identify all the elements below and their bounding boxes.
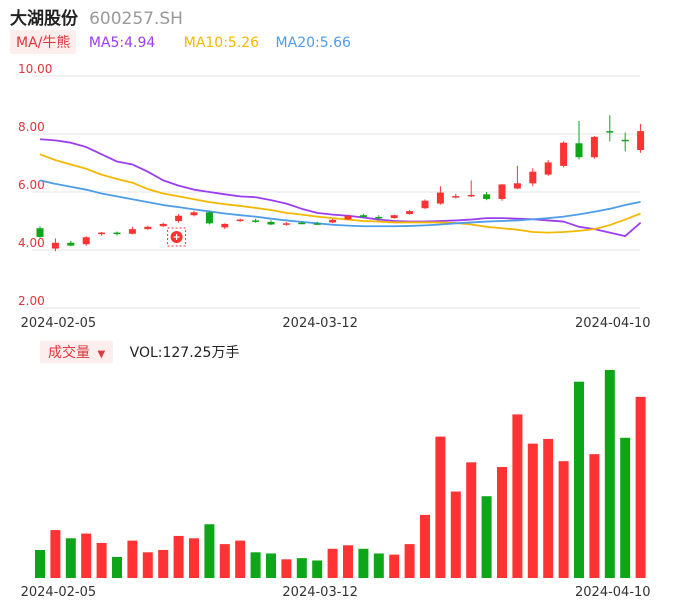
candlestick[interactable] xyxy=(498,183,506,201)
candlestick[interactable] xyxy=(544,160,552,176)
volume-bar[interactable] xyxy=(142,552,153,578)
volume-bar[interactable] xyxy=(343,545,353,578)
candlestick[interactable] xyxy=(190,210,198,217)
event-marker[interactable] xyxy=(167,227,187,247)
candlestick[interactable] xyxy=(529,168,537,187)
volume-bar[interactable] xyxy=(312,560,323,578)
volume-bar[interactable] xyxy=(81,533,92,578)
volume-bar[interactable] xyxy=(620,437,631,578)
candlestick[interactable] xyxy=(51,238,59,252)
candlestick[interactable] xyxy=(390,214,398,219)
candlestick[interactable] xyxy=(175,214,183,223)
volume-bar[interactable] xyxy=(266,553,276,578)
candlestick[interactable] xyxy=(483,192,491,201)
candlestick[interactable] xyxy=(621,132,629,152)
candlesticks[interactable] xyxy=(36,115,645,252)
candlestick[interactable] xyxy=(128,226,136,235)
candlestick[interactable] xyxy=(67,240,75,246)
date-tick-label: 2024-03-12 xyxy=(282,316,358,331)
volume-bar[interactable] xyxy=(635,396,646,578)
date-tick-label: 2024-04-10 xyxy=(575,585,651,600)
candlestick[interactable] xyxy=(467,180,475,198)
price-tick-label: 10.00 xyxy=(18,62,52,76)
candlestick[interactable] xyxy=(98,232,106,236)
volume-bar[interactable] xyxy=(189,538,199,578)
volume-bar[interactable] xyxy=(235,540,246,578)
candlestick[interactable] xyxy=(82,236,90,246)
volume-bar[interactable] xyxy=(250,552,261,578)
volume-bar[interactable] xyxy=(35,549,45,578)
candlestick[interactable] xyxy=(159,222,167,227)
volume-bar[interactable] xyxy=(497,466,507,578)
volume-bar[interactable] xyxy=(604,370,615,578)
candlestick[interactable] xyxy=(590,136,598,159)
volume-bar[interactable] xyxy=(527,443,538,578)
candlestick[interactable] xyxy=(560,141,568,168)
volume-bars[interactable] xyxy=(35,370,646,578)
volume-bar[interactable] xyxy=(420,514,430,578)
volume-bar[interactable] xyxy=(296,558,307,578)
volume-bar[interactable] xyxy=(281,559,292,578)
volume-bar[interactable] xyxy=(466,462,477,578)
volume-bar[interactable] xyxy=(158,549,169,578)
candlestick[interactable] xyxy=(282,222,290,226)
ma5-line xyxy=(39,138,642,237)
volume-bar[interactable] xyxy=(404,544,415,578)
volume-bar[interactable] xyxy=(589,454,600,578)
volume-bar[interactable] xyxy=(65,538,76,578)
volume-bar[interactable] xyxy=(450,491,461,578)
date-tick-label: 2024-02-05 xyxy=(21,316,97,331)
candlestick[interactable] xyxy=(421,199,429,209)
candlestick[interactable] xyxy=(36,226,44,238)
candlestick[interactable] xyxy=(637,123,645,153)
volume-bar[interactable] xyxy=(543,438,554,578)
volume-bar[interactable] xyxy=(173,535,184,578)
candlestick[interactable] xyxy=(252,218,260,223)
candlestick[interactable] xyxy=(513,165,521,190)
price-tick-label: 4.00 xyxy=(18,236,45,250)
volume-bar[interactable] xyxy=(435,436,446,578)
ma-lines xyxy=(39,138,642,237)
volume-bar[interactable] xyxy=(512,414,523,578)
candlestick[interactable] xyxy=(221,223,229,230)
volume-bar[interactable] xyxy=(358,548,369,578)
volume-bar[interactable] xyxy=(219,544,230,578)
volume-date-axis: 2024-02-05 2024-03-12 2024-04-10 xyxy=(21,585,651,600)
date-tick-label: 2024-04-10 xyxy=(575,316,651,331)
candlestick[interactable] xyxy=(606,115,614,142)
candlestick[interactable] xyxy=(144,225,152,230)
candlestick[interactable] xyxy=(236,218,244,222)
candlestick[interactable] xyxy=(205,210,213,225)
volume-bar[interactable] xyxy=(373,553,384,578)
volume-bar[interactable] xyxy=(127,540,138,578)
candlestick[interactable] xyxy=(452,193,460,199)
stock-chart[interactable]: 10.008.006.004.002.00 2024-02-05 2024-03-… xyxy=(0,0,686,606)
candlestick[interactable] xyxy=(329,218,337,224)
volume-bar[interactable] xyxy=(96,542,107,578)
volume-bar[interactable] xyxy=(574,381,584,578)
candlestick[interactable] xyxy=(575,120,583,160)
candlestick[interactable] xyxy=(406,209,414,215)
price-tick-label: 2.00 xyxy=(18,294,45,308)
price-grid xyxy=(32,75,640,309)
date-tick-label: 2024-03-12 xyxy=(282,585,358,600)
volume-bar[interactable] xyxy=(481,496,492,578)
volume-bar[interactable] xyxy=(204,524,215,578)
volume-bar[interactable] xyxy=(389,554,400,578)
volume-bar[interactable] xyxy=(327,548,338,578)
date-tick-label: 2024-02-05 xyxy=(21,585,97,600)
volume-bar[interactable] xyxy=(50,530,61,578)
price-date-axis: 2024-02-05 2024-03-12 2024-04-10 xyxy=(21,316,651,331)
volume-bar[interactable] xyxy=(558,461,569,578)
price-axis: 10.008.006.004.002.00 xyxy=(18,62,52,308)
candlestick[interactable] xyxy=(113,231,121,236)
candlestick[interactable] xyxy=(436,186,444,205)
price-tick-label: 8.00 xyxy=(18,120,45,134)
volume-bar[interactable] xyxy=(112,556,122,578)
candlestick[interactable] xyxy=(267,220,275,226)
